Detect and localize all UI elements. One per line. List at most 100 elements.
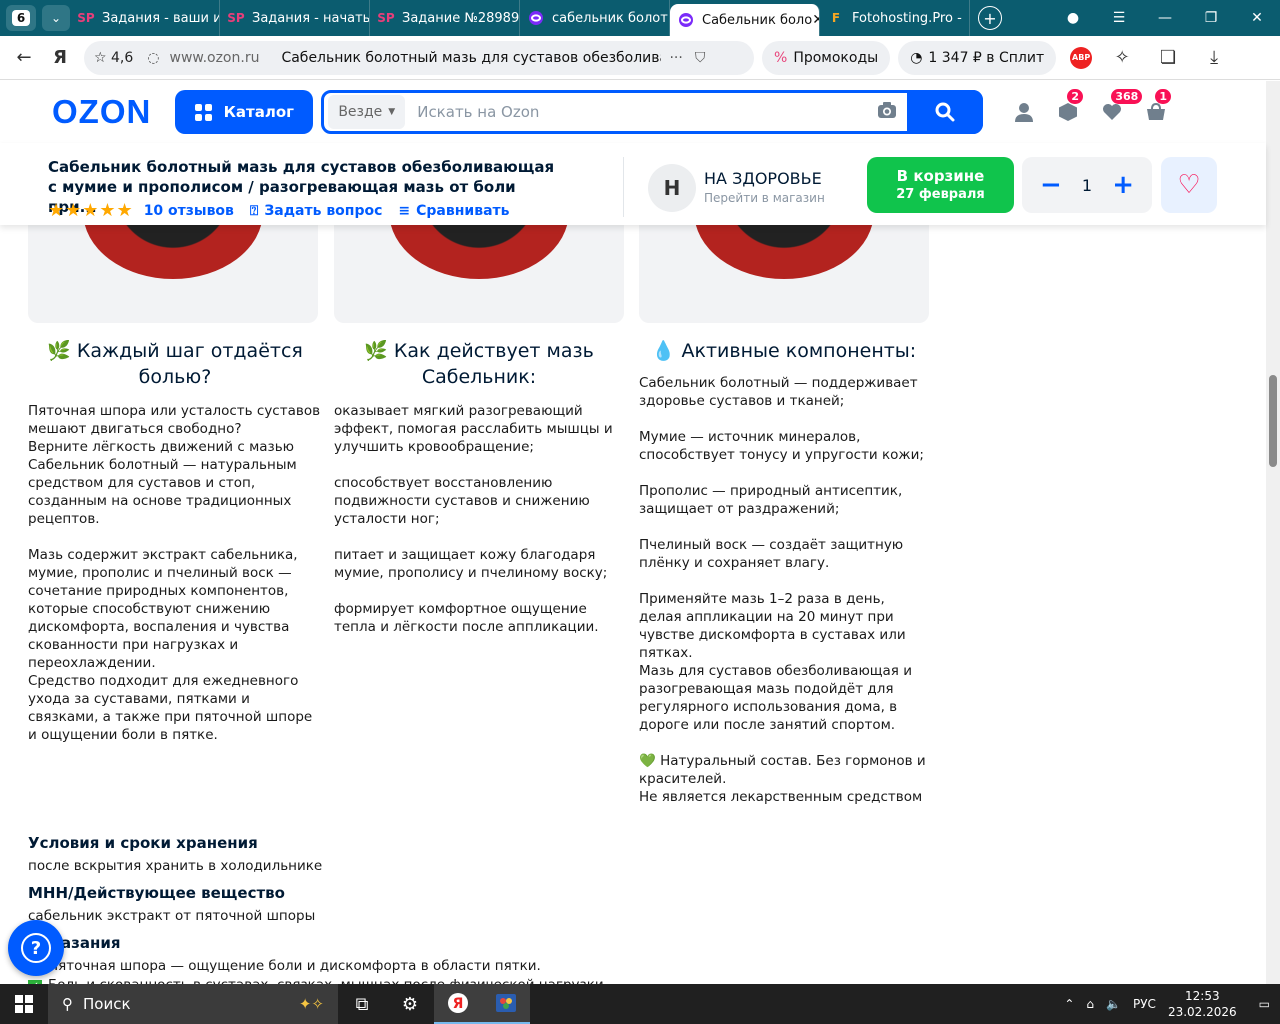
speaker-icon[interactable]: 🔈 bbox=[1106, 997, 1121, 1011]
compare-link[interactable]: ≡ Сравнивать bbox=[398, 203, 509, 219]
close-tab-icon[interactable]: ✕ bbox=[812, 12, 819, 28]
column-text: Пяточная шпора или усталость суставов ме… bbox=[28, 403, 321, 743]
close-window-icon[interactable]: ✕ bbox=[1234, 10, 1280, 26]
orders-badge: 2 bbox=[1067, 89, 1083, 104]
reviews-link[interactable]: 10 отзывов bbox=[144, 203, 234, 219]
tab-count-button[interactable]: 6 bbox=[6, 5, 36, 31]
product-image-card[interactable] bbox=[28, 224, 318, 323]
menu-icon[interactable]: ☰ bbox=[1096, 10, 1142, 26]
windows-taskbar: ⚲ Поиск ✦✧ ⧉ ⚙ Я ⌃ ⌂ 🔈 РУС 12:53 23.02.2026… bbox=[0, 984, 1280, 1024]
browser-tab[interactable]: SP Задание №28989 bbox=[370, 0, 520, 36]
add-to-favorites-button[interactable]: ♡ bbox=[1161, 157, 1217, 213]
column-text: оказывает мягкий разогревающий эффект, п… bbox=[334, 403, 613, 635]
back-arrow-icon[interactable]: ← bbox=[6, 40, 42, 76]
go-to-shop-link[interactable]: Перейти в магазин bbox=[704, 191, 825, 205]
in-cart-button[interactable]: В корзине 27 февраля bbox=[867, 157, 1014, 213]
url-field[interactable]: ☆ 4,6 ◌ www.ozon.ru Сабельник болотный м… bbox=[84, 40, 754, 75]
collections-icon[interactable]: ❏ bbox=[1150, 40, 1186, 76]
catalog-button[interactable]: Каталог bbox=[175, 90, 314, 134]
download-icon[interactable]: ⤓ bbox=[1196, 40, 1232, 76]
orders-icon[interactable]: 2 bbox=[1057, 89, 1083, 123]
browser-tab[interactable]: сабельник болот bbox=[520, 0, 670, 36]
restore-icon[interactable]: ❐ bbox=[1188, 10, 1234, 26]
camera-icon[interactable] bbox=[877, 101, 897, 123]
spec-value: сабельник экстракт от пяточной шпоры bbox=[28, 908, 316, 924]
shop-name[interactable]: НА ЗДОРОВЬЕ bbox=[704, 169, 822, 188]
search-button[interactable] bbox=[907, 90, 984, 134]
browser-tab[interactable]: F Fotohosting.Pro - bbox=[820, 0, 970, 36]
photos-app-icon[interactable] bbox=[482, 984, 530, 1024]
leaf-icon: 🌿 bbox=[47, 340, 71, 362]
chevron-down-icon: ▼ bbox=[388, 107, 396, 117]
quantity-value: 1 bbox=[1081, 175, 1093, 195]
heart-icon: ♡ bbox=[1177, 170, 1201, 200]
specifications: Условия и сроки хранения после вскрытия … bbox=[28, 826, 728, 994]
chevron-up-icon[interactable]: ⌃ bbox=[1064, 997, 1074, 1011]
page-scrollbar[interactable] bbox=[1266, 81, 1280, 984]
plus-button[interactable]: + bbox=[1112, 170, 1134, 200]
site-rating[interactable]: ☆ 4,6 bbox=[94, 50, 133, 66]
browser-tab-active[interactable]: Сабельник боло✕ bbox=[670, 4, 820, 36]
ask-question-link[interactable]: ⍰ Задать вопрос bbox=[250, 203, 382, 219]
yandex-icon[interactable]: Я bbox=[42, 40, 78, 76]
url-page-title: Сабельник болотный мазь для суставов обе… bbox=[281, 49, 661, 66]
security-shield-icon[interactable]: ◌ bbox=[147, 50, 159, 66]
extensions-icon[interactable]: ✧ bbox=[1104, 40, 1140, 76]
address-bar: ← Я ☆ 4,6 ◌ www.ozon.ru Сабельник болотн… bbox=[0, 36, 1280, 80]
ointment-jar-image bbox=[694, 224, 874, 279]
clock[interactable]: 12:53 23.02.2026 bbox=[1168, 988, 1237, 1020]
yandex-browser-icon[interactable]: Я bbox=[434, 984, 482, 1024]
profile-icon[interactable] bbox=[1013, 101, 1035, 123]
task-view-icon[interactable]: ⧉ bbox=[338, 984, 386, 1024]
help-button[interactable]: ? bbox=[8, 920, 64, 976]
description-column: 🌿 Как действует мазь Сабельник: оказывае… bbox=[334, 338, 624, 636]
bookmark-icon[interactable]: ⛉ bbox=[695, 50, 706, 66]
product-image-card[interactable] bbox=[639, 224, 929, 323]
cart-icon[interactable]: 1 bbox=[1145, 89, 1171, 123]
delivery-date: 27 февраля bbox=[896, 187, 985, 202]
adblock-icon[interactable]: ABP bbox=[1070, 46, 1093, 69]
taskbar-search[interactable]: ⚲ Поиск ✦✧ bbox=[48, 984, 338, 1024]
profile-icon[interactable]: ● bbox=[1050, 10, 1096, 26]
scrollbar-thumb[interactable] bbox=[1269, 375, 1277, 467]
search-scope-select[interactable]: Везде ▼ bbox=[328, 95, 406, 129]
grid-icon bbox=[194, 103, 212, 121]
sp-favicon-icon: SP bbox=[377, 11, 395, 25]
ointment-jar-image bbox=[389, 224, 569, 279]
sp-favicon-icon: SP bbox=[77, 11, 95, 25]
favorites-heart-icon[interactable]: 368 bbox=[1101, 89, 1143, 123]
in-cart-label: В корзине bbox=[896, 167, 985, 185]
question-icon: ? bbox=[21, 933, 51, 963]
column-heading: 💧 Активные компоненты: bbox=[651, 340, 917, 362]
droplet-icon: 💧 bbox=[651, 340, 676, 362]
compare-icon: ≡ bbox=[398, 202, 411, 219]
new-tab-button[interactable]: + bbox=[978, 6, 1002, 30]
browser-tab[interactable]: SP Задания - начаты bbox=[220, 0, 370, 36]
rating-stars: ★★★★★ bbox=[48, 200, 134, 221]
promo-codes-button[interactable]: % Промокоды bbox=[762, 40, 891, 75]
tabs-menu-chevron-icon[interactable]: ⌄ bbox=[42, 5, 70, 31]
start-button[interactable] bbox=[0, 984, 48, 1024]
ozon-logo[interactable]: OZON bbox=[52, 93, 151, 131]
shop-avatar[interactable]: Н bbox=[648, 164, 696, 212]
network-icon[interactable]: ⌂ bbox=[1086, 997, 1094, 1011]
notifications-icon[interactable]: ▭ bbox=[1259, 997, 1270, 1011]
minimize-icon[interactable]: — bbox=[1142, 10, 1188, 26]
language-indicator[interactable]: РУС bbox=[1133, 997, 1156, 1011]
product-image-card[interactable] bbox=[334, 224, 624, 323]
ointment-jar-image bbox=[83, 224, 263, 279]
column-heading: 🌿 Каждый шаг отдаётся болью? bbox=[47, 340, 303, 388]
ozon-header: OZON Каталог Везде ▼ Искать на Ozon 2 368… bbox=[0, 81, 1266, 143]
more-dots-icon[interactable]: ··· bbox=[669, 50, 682, 66]
ozon-favicon-icon bbox=[678, 12, 694, 28]
minus-button[interactable]: − bbox=[1040, 170, 1062, 200]
favorites-badge: 368 bbox=[1111, 89, 1143, 104]
description-column: 🌿 Каждый шаг отдаётся болью? Пяточная шп… bbox=[28, 338, 322, 744]
question-icon: ⍰ bbox=[249, 202, 259, 219]
ozon-favicon-icon bbox=[528, 10, 544, 26]
search-input[interactable]: Искать на Ozon bbox=[417, 103, 877, 121]
settings-gear-icon[interactable]: ⚙ bbox=[386, 984, 434, 1024]
spec-title: Показания bbox=[28, 934, 121, 952]
browser-tab[interactable]: SP Задания - ваши и bbox=[70, 0, 220, 36]
split-button[interactable]: ◔ 1 347 ₽ в Сплит bbox=[898, 40, 1057, 75]
